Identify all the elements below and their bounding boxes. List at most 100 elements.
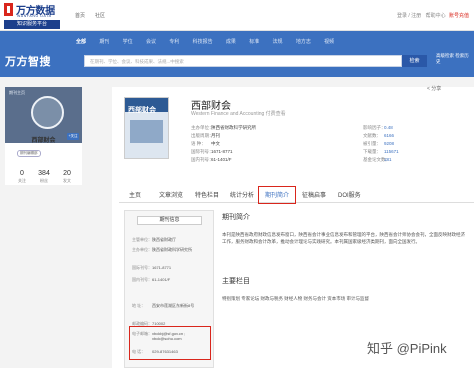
advanced-search-link[interactable]: 高级检索 检索历史 xyxy=(436,53,472,65)
nav-community[interactable]: 社区 xyxy=(95,13,105,19)
metric-value[interactable]: 181 xyxy=(384,157,392,162)
fact-label: 主办单位： xyxy=(191,125,214,130)
fact-value: 61-1401/F xyxy=(211,157,232,162)
top-bar: 万方数据 WANFANG DATA 知识服务平台 首页 社区 登录 / 注册 帮助… xyxy=(0,0,474,31)
journal-info-title: 期刊信息 xyxy=(137,216,202,225)
info-value: 西安市莲湖区东新街8号 xyxy=(152,303,195,308)
intro-text: 本刊是陕西省政府财政信息发布窗口，陕西省会计事业信息发布和管理的平台，陕西省会计… xyxy=(222,232,465,244)
info-value: 1671-8771 xyxy=(152,265,172,270)
metric-row: 基金论文数：181 xyxy=(363,157,399,165)
info-label: 国际刊号： xyxy=(132,265,152,270)
top-nav: 首页 社区 xyxy=(75,12,115,19)
recharge-link[interactable]: 账号充值 xyxy=(449,13,469,19)
category-standard[interactable]: 标准 xyxy=(249,38,259,45)
info-value: 陕西省财政科学研究所 xyxy=(152,247,192,252)
help-link[interactable]: 帮助中心 xyxy=(426,13,446,19)
category-nav: 全部 期刊 学位 会议 专利 科技报告 成果 标准 法规 地方志 视频 xyxy=(76,38,347,45)
fact-value: 1671-8771 xyxy=(211,149,233,154)
logo-mark-icon xyxy=(4,3,13,16)
journal-profile-card: 期刊主页 西部财会 +关注 期刊编辑部 0 关注 384 粉丝 20 发文 xyxy=(5,87,82,185)
category-law[interactable]: 法规 xyxy=(273,38,283,45)
category-patent[interactable]: 专利 xyxy=(169,38,179,45)
tab-doi[interactable]: DOI服务 xyxy=(338,190,361,203)
info-row: 主办单位：陕西省财政科学研究所 xyxy=(132,247,206,253)
highlight-intro-tab xyxy=(258,186,296,204)
metric-value[interactable]: 115671 xyxy=(384,149,399,154)
category-conference[interactable]: 会议 xyxy=(146,38,156,45)
intro-heading: 期刊简介 xyxy=(222,214,250,221)
metric-label: 文献数： xyxy=(363,133,381,138)
journal-facts: 主办单位：陕西省财政科学研究所 出版周期：月刊 语 种： 中文 国际刊号：1671… xyxy=(191,125,256,165)
cover-title: 西部财会 xyxy=(128,107,156,114)
metric-row: 被引量： 9208 xyxy=(363,141,399,149)
search-placeholder: 在期刊、学位、会议、科技成果、法规...中搜索 xyxy=(90,59,184,64)
category-achievement[interactable]: 成果 xyxy=(226,38,236,45)
category-degree[interactable]: 学位 xyxy=(123,38,133,45)
fact-value: 中文 xyxy=(211,141,220,146)
journal-metrics: 影响因子：0.48 文献数： 6166 被引量： 9208 下载量： 115671 基… xyxy=(363,125,399,165)
editorial-tag: 期刊编辑部 xyxy=(17,150,41,157)
category-all[interactable]: 全部 xyxy=(76,38,86,45)
metric-value[interactable]: 6166 xyxy=(384,133,394,138)
info-value: 陕西省财政厅 xyxy=(152,237,176,242)
logo-english: WANFANG DATA xyxy=(17,14,52,18)
metric-label: 被引量： xyxy=(363,141,381,146)
fact-value: 月刊 xyxy=(211,133,220,138)
watermark: 知乎 @PiPink xyxy=(367,341,447,356)
highlight-contact-info xyxy=(129,326,211,360)
fact-label: 出版周期： xyxy=(191,133,214,138)
info-row: 国内刊号：61-1401/F xyxy=(132,277,206,283)
metric-row: 影响因子：0.48 xyxy=(363,125,399,133)
category-journal[interactable]: 期刊 xyxy=(99,38,109,45)
metric-label: 下载量： xyxy=(363,149,381,154)
category-local-gazette[interactable]: 地方志 xyxy=(296,38,311,45)
fact-label: 国际刊号： xyxy=(191,149,214,154)
tab-statistics[interactable]: 统计分析 xyxy=(230,190,254,203)
search-button[interactable]: 检索 xyxy=(402,55,427,67)
stat-following: 0 关注 xyxy=(10,170,34,184)
columns-text: 特别策划 专家论坛 财政与税务 财经人物 财务与会计 资本市场 审计与监督 xyxy=(222,296,369,301)
fact-row: 语 种： 中文 xyxy=(191,141,256,149)
columns-heading: 主要栏目 xyxy=(222,278,250,285)
metric-row: 文献数： 6166 xyxy=(363,133,399,141)
follow-button[interactable]: +关注 xyxy=(67,133,79,140)
fact-value: 陕西省财政科学研究所 xyxy=(211,125,256,130)
stat-value: 0 xyxy=(20,170,24,177)
tab-articles[interactable]: 文章浏览 xyxy=(159,190,183,203)
metric-value[interactable]: 9208 xyxy=(384,141,394,146)
tab-home[interactable]: 主页 xyxy=(129,190,141,203)
fact-row: 主办单位：陕西省财政科学研究所 xyxy=(191,125,256,133)
fact-label: 国内刊号： xyxy=(191,157,214,162)
search-input[interactable]: 在期刊、学位、会议、科技成果、法规...中搜索 xyxy=(84,55,402,67)
stat-articles: 20 发文 xyxy=(55,170,79,184)
share-button[interactable]: < 分享 xyxy=(427,85,441,92)
info-row: 国际刊号：1671-8771 xyxy=(132,265,206,271)
metric-value[interactable]: 0.48 xyxy=(384,125,393,130)
top-right-links: 登录 / 注册 帮助中心 账号充值 xyxy=(397,12,469,19)
metric-label: 影响因子： xyxy=(363,125,386,130)
info-value: 61-1401/F xyxy=(152,277,171,282)
stat-value: 20 xyxy=(63,170,71,177)
metric-row: 下载量： 115671 xyxy=(363,149,399,157)
tab-featured[interactable]: 特色栏目 xyxy=(195,190,219,203)
nav-home[interactable]: 首页 xyxy=(75,13,85,19)
site-brand[interactable]: 万方智搜 xyxy=(5,53,51,69)
info-label: 主管单位： xyxy=(132,237,152,242)
tab-call-for-papers[interactable]: 征稿启事 xyxy=(302,190,326,203)
stat-label: 发文 xyxy=(63,178,71,183)
info-row: 地 址： 西安市莲湖区东新街8号 xyxy=(132,303,206,309)
info-label: 主办单位： xyxy=(132,247,152,252)
profile-home-label: 期刊主页 xyxy=(9,90,25,95)
login-link[interactable]: 登录 / 注册 xyxy=(397,13,421,19)
fact-row: 国际刊号：1671-8771 xyxy=(191,149,256,157)
avatar xyxy=(31,96,64,129)
category-tech-report[interactable]: 科技报告 xyxy=(193,38,213,45)
stat-fans: 384 粉丝 xyxy=(32,170,56,184)
stat-value: 384 xyxy=(38,170,50,177)
info-row: 主管单位：陕西省财政厅 xyxy=(132,237,206,243)
journal-cover-image: 西部财会 xyxy=(124,97,169,159)
logo-subtitle: 知识服务平台 xyxy=(4,20,60,29)
search-header: 万方智搜 全部 期刊 学位 会议 专利 科技报告 成果 标准 法规 地方志 视频 在期刊、学位、会议… xyxy=(0,31,474,77)
fact-label: 语 种： xyxy=(191,141,206,146)
category-video[interactable]: 视频 xyxy=(324,38,334,45)
